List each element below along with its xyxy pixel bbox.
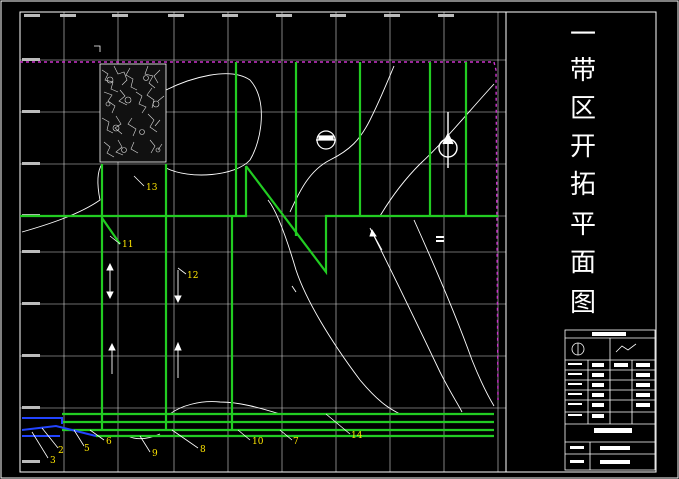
contour-lines	[21, 65, 495, 440]
callout-leaders	[31, 175, 351, 459]
callout-6: 6	[106, 437, 112, 447]
callout-2: 2	[58, 446, 64, 456]
callout-5: 5	[84, 444, 90, 454]
title-char-4: 开	[569, 132, 596, 162]
green-roadways	[20, 62, 498, 438]
grid-coordinate-ticks	[22, 14, 454, 463]
callout-labels: 13 11 12 8 10 7 14 9 6 5 2 3	[50, 183, 363, 466]
title-char-3: 区	[569, 94, 596, 124]
grid-lines	[20, 12, 506, 472]
callout-12: 12	[187, 271, 198, 281]
title-char-2: 带	[569, 56, 596, 86]
callout-3: 3	[50, 456, 56, 466]
title-char-5: 拓	[569, 170, 596, 200]
title-char-1: 一	[569, 20, 596, 50]
callout-11: 11	[122, 240, 133, 250]
title-char-8: 图	[569, 288, 596, 318]
title-block-text-bars	[568, 332, 650, 464]
small-annotation	[436, 236, 444, 242]
title-char-7: 面	[569, 248, 596, 278]
north-arrow-icon	[438, 112, 458, 168]
title-char-6: 平	[569, 210, 596, 240]
callout-14: 14	[351, 431, 363, 441]
callout-10: 10	[252, 437, 264, 447]
boundary-dashed-line	[20, 61, 499, 401]
callout-13: 13	[146, 183, 158, 193]
callout-9: 9	[152, 449, 158, 459]
callout-8: 8	[200, 445, 206, 455]
hatched-area	[99, 63, 167, 163]
corner-bracket	[94, 45, 101, 52]
survey-mark-icon	[316, 130, 336, 150]
callout-7: 7	[293, 437, 299, 447]
